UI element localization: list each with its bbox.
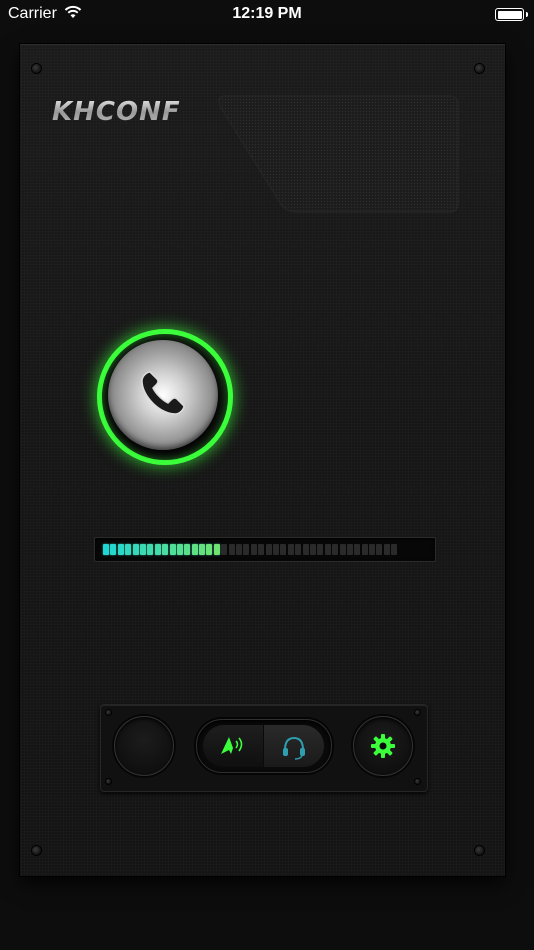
level-segment	[258, 544, 265, 555]
level-segment	[139, 544, 146, 555]
level-segment	[169, 544, 176, 555]
level-segment	[272, 544, 279, 555]
left-blank-button[interactable]	[114, 716, 174, 776]
level-segment	[132, 544, 139, 555]
screw-icon	[106, 710, 111, 715]
level-segment	[236, 544, 243, 555]
level-segment	[103, 544, 109, 555]
headset-option[interactable]	[264, 725, 324, 767]
level-segment	[361, 544, 368, 555]
status-bar: Carrier 12:19 PM	[0, 0, 534, 30]
level-segment	[213, 544, 220, 555]
headset-icon	[283, 736, 305, 760]
level-segment	[391, 544, 398, 555]
screw-icon	[415, 779, 420, 784]
level-segment	[265, 544, 272, 555]
level-segment	[295, 544, 302, 555]
level-segment	[369, 544, 376, 555]
level-segment	[346, 544, 353, 555]
speaker-option[interactable]	[203, 725, 263, 767]
level-segment	[228, 544, 235, 555]
level-segment	[354, 544, 361, 555]
screw-icon	[106, 779, 111, 784]
screw-icon	[32, 846, 41, 855]
level-segment	[309, 544, 316, 555]
level-segment	[162, 544, 169, 555]
level-segment	[324, 544, 331, 555]
level-segment	[332, 544, 339, 555]
level-meter-segments	[103, 544, 398, 555]
level-meter	[94, 537, 436, 562]
level-segment	[376, 544, 383, 555]
level-segment	[117, 544, 124, 555]
phone-icon	[141, 371, 185, 415]
level-segment	[221, 544, 228, 555]
level-segment	[317, 544, 324, 555]
gear-icon	[371, 734, 395, 758]
level-segment	[110, 544, 117, 555]
speaker-grille	[218, 95, 459, 213]
level-segment	[184, 544, 191, 555]
level-segment	[302, 544, 309, 555]
level-segment	[206, 544, 213, 555]
screw-icon	[475, 64, 484, 73]
level-segment	[243, 544, 250, 555]
screw-icon	[415, 710, 420, 715]
app-logo: KHCONF	[52, 97, 181, 127]
level-segment	[339, 544, 346, 555]
level-segment	[287, 544, 294, 555]
status-time: 12:19 PM	[232, 5, 302, 22]
level-segment	[280, 544, 287, 555]
level-segment	[154, 544, 161, 555]
level-segment	[147, 544, 154, 555]
call-button[interactable]	[108, 340, 218, 450]
audio-output-toggle[interactable]	[196, 719, 332, 773]
screw-icon	[32, 64, 41, 73]
speaker-icon	[221, 737, 243, 754]
battery-icon	[495, 8, 528, 21]
level-segment	[191, 544, 198, 555]
level-segment	[176, 544, 183, 555]
level-segment	[383, 544, 390, 555]
level-segment	[250, 544, 257, 555]
settings-button[interactable]	[353, 716, 413, 776]
level-segment	[125, 544, 132, 555]
screw-icon	[475, 846, 484, 855]
level-segment	[199, 544, 206, 555]
